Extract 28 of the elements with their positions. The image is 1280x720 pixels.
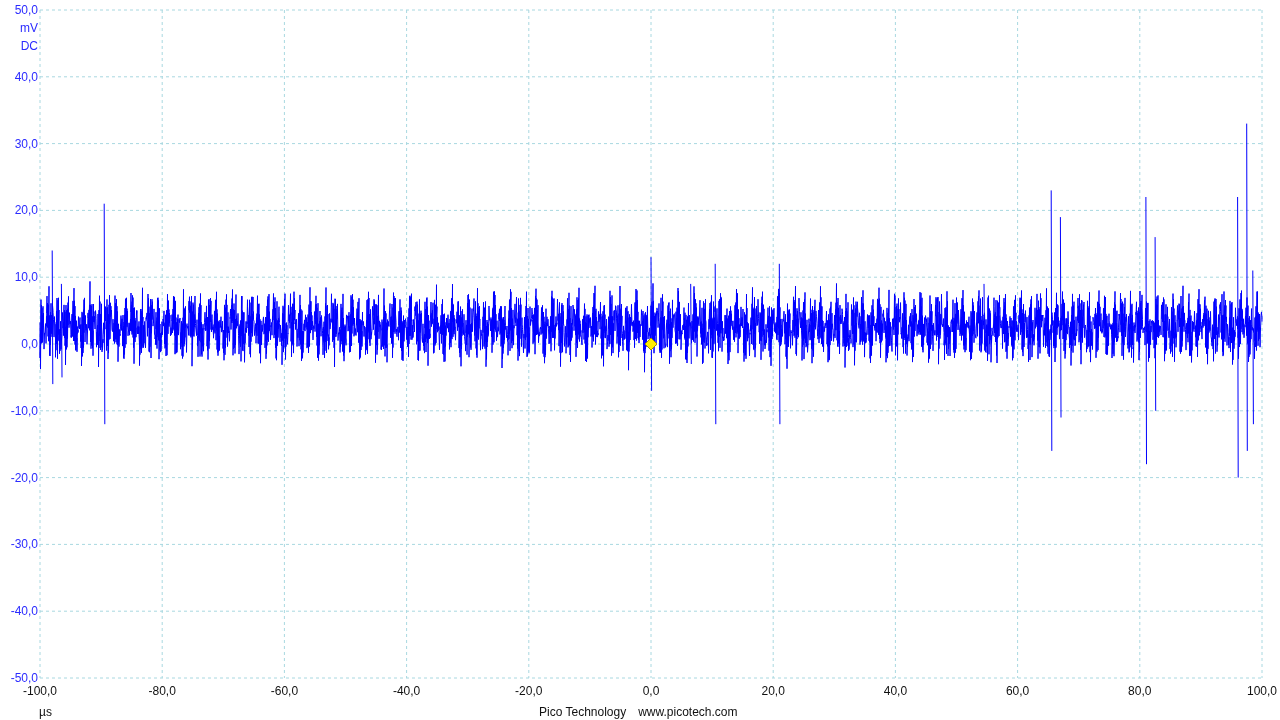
- x-axis-label: 40,0: [883, 684, 908, 698]
- y-axis-label: -30,0: [10, 537, 38, 552]
- x-axis-label: 80,0: [1128, 684, 1152, 698]
- y-axis-label: 50,0: [14, 3, 38, 17]
- y-axis-unit: mV: [20, 21, 38, 35]
- x-axis-label: -60,0: [270, 684, 299, 698]
- y-axis-label: -50,0: [10, 671, 38, 685]
- y-axis-label: 20,0: [14, 203, 38, 218]
- coupling-label: DC: [20, 39, 38, 53]
- website-text: www.picotech.com: [638, 705, 738, 719]
- company-name: Pico Technology: [539, 705, 627, 719]
- y-axis-label: -20,0: [10, 470, 38, 485]
- x-axis-label: 20,0: [761, 684, 785, 698]
- y-axis-label: 30,0: [14, 136, 38, 151]
- x-axis-unit: µs: [39, 705, 52, 719]
- x-axis-label: 60,0: [1005, 684, 1030, 698]
- x-axis-label: -80,0: [148, 684, 176, 698]
- trigger-marker-icon: [644, 337, 658, 351]
- y-axis-label: 10,0: [14, 270, 38, 285]
- y-axis-label: 0,0: [21, 337, 38, 351]
- x-axis-label: 0,0: [642, 684, 660, 698]
- y-axis-label: 40,0: [14, 69, 38, 84]
- x-axis-label: -40,0: [392, 684, 421, 698]
- x-axis-label: 100,0: [1247, 684, 1277, 698]
- y-axis-label: -10,0: [10, 403, 38, 418]
- x-axis-label: -20,0: [515, 684, 543, 698]
- y-axis-label: -40,0: [10, 604, 38, 619]
- x-axis-label: -100,0: [23, 684, 57, 698]
